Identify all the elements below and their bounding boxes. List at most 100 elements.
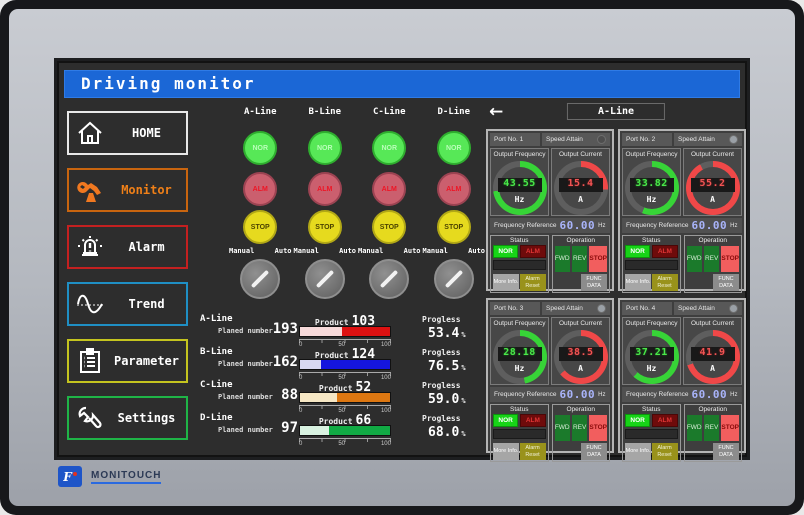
more-info-button[interactable]: More Info. <box>493 274 519 291</box>
progress-bar-scale: 0 50 100 <box>299 405 391 413</box>
manual-auto-knob[interactable] <box>434 259 474 299</box>
sidebar-item-icon <box>73 117 107 149</box>
port-number-label: Port No. 2 <box>622 133 672 146</box>
port-controls: Status NOR ALM More Info. Alarm Reset <box>490 235 610 293</box>
func-data-button[interactable]: FUNC DATA <box>713 443 739 460</box>
production-row: B-Line Planed number 162 Product124 0 50 <box>192 347 486 380</box>
fwd-button[interactable]: FWD <box>555 246 570 272</box>
sidebar-item[interactable]: Alarm <box>67 225 188 269</box>
line-name-label: A-Line <box>228 107 293 119</box>
alm-lamp-button[interactable]: ALM <box>243 172 277 206</box>
planed-number-value: 88 <box>270 387 298 403</box>
stop-button[interactable]: STOP <box>721 246 739 272</box>
frequency-reference-value: 60.00 <box>692 219 728 232</box>
port-controls: Status NOR ALM More Info. Alarm Reset <box>490 404 610 462</box>
progress-bar-scale: 0 50 100 <box>299 339 391 347</box>
output-frequency-gauge: Output Frequency 33.82 Hz <box>622 148 681 216</box>
func-data-button[interactable]: FUNC DATA <box>581 274 607 291</box>
stop-lamp-button[interactable]: STOP <box>243 210 277 244</box>
current-unit: A <box>554 195 608 204</box>
nor-lamp-button[interactable]: NOR <box>308 131 342 165</box>
alarm-reset-button[interactable]: Alarm Reset <box>520 443 546 460</box>
brand-logo: F MONITOUCH <box>58 466 161 487</box>
alarm-reset-button[interactable]: Alarm Reset <box>520 274 546 291</box>
settings-wrench-icon <box>76 404 104 432</box>
alm-lamp-button[interactable]: ALM <box>372 172 406 206</box>
sidebar-item-label: Parameter <box>107 354 186 368</box>
output-frequency-gauge: Output Frequency 37.21 Hz <box>622 317 681 385</box>
nor-lamp-button[interactable]: NOR <box>243 131 277 165</box>
line-column: D-Line NOR ALM STOP Manual Auto <box>422 107 487 299</box>
stop-lamp-button[interactable]: STOP <box>372 210 406 244</box>
stop-button[interactable]: STOP <box>721 415 739 441</box>
sidebar-item[interactable]: HOME <box>67 111 188 155</box>
more-info-button[interactable]: More Info. <box>625 443 651 460</box>
current-unit: A <box>686 195 740 204</box>
operation-box: Operation FWD REV STOP FUNC DATA <box>684 404 743 462</box>
manual-auto-knob[interactable] <box>369 259 409 299</box>
status-box: Status NOR ALM More Info. Alarm Reset <box>622 404 681 462</box>
sidebar-item-label: Trend <box>107 297 186 311</box>
alm-lamp-button[interactable]: ALM <box>437 172 471 206</box>
progress-bar-fill <box>329 426 390 435</box>
func-data-button[interactable]: FUNC DATA <box>713 274 739 291</box>
nor-lamp-button[interactable]: NOR <box>372 131 406 165</box>
progress-bar-fill <box>337 393 390 402</box>
sidebar-item-icon <box>73 174 107 206</box>
progress-bar <box>299 425 391 436</box>
fwd-button[interactable]: FWD <box>687 415 702 441</box>
func-data-button[interactable]: FUNC DATA <box>581 443 607 460</box>
port-controls: Status NOR ALM More Info. Alarm Reset <box>622 404 742 462</box>
nor-lamp-button[interactable]: NOR <box>437 131 471 165</box>
planed-number-label: Planed number <box>218 360 273 368</box>
port-panel: Port No. 1 Speed Attain Output Frequency <box>486 129 614 291</box>
frequency-value: 28.18 <box>498 347 542 361</box>
home-icon <box>76 119 104 147</box>
sidebar-item[interactable]: Trend <box>67 282 188 326</box>
manual-auto-knob[interactable] <box>240 259 280 299</box>
selected-line-label: A-Line <box>567 103 665 120</box>
stop-button[interactable]: STOP <box>589 415 607 441</box>
line-name-label: B-Line <box>293 107 358 119</box>
current-ring-gauge: 38.5 A <box>554 330 608 384</box>
rev-button[interactable]: REV <box>572 415 587 441</box>
stop-lamp-button[interactable]: STOP <box>437 210 471 244</box>
sidebar-item[interactable]: Parameter <box>67 339 188 383</box>
status-alm-indicator: ALM <box>652 245 677 258</box>
current-ring-gauge: 55.2 A <box>686 161 740 215</box>
fwd-button[interactable]: FWD <box>687 246 702 272</box>
previous-line-arrow-icon[interactable]: ← <box>489 101 503 123</box>
planed-number-label: Planed number <box>218 393 273 401</box>
sidebar-menu: HOME Monitor Alarm Trend <box>67 111 188 453</box>
more-info-button[interactable]: More Info. <box>493 443 519 460</box>
planed-number-label: Planed number <box>218 327 273 335</box>
manual-auto-knob[interactable] <box>305 259 345 299</box>
sidebar-item[interactable]: Settings <box>67 396 188 440</box>
alarm-beacon-icon <box>76 233 104 261</box>
production-row: A-Line Planed number 193 Product103 0 50 <box>192 314 486 347</box>
frequency-value: 37.21 <box>630 347 674 361</box>
stop-lamp-button[interactable]: STOP <box>308 210 342 244</box>
frequency-unit: Hz <box>625 364 679 373</box>
alarm-reset-button[interactable]: Alarm Reset <box>652 443 678 460</box>
port-header: Port No. 2 Speed Attain <box>622 133 742 146</box>
stop-button[interactable]: STOP <box>589 246 607 272</box>
line-lamp-grid: A-Line NOR ALM STOP Manual Auto <box>228 107 486 299</box>
rev-button[interactable]: REV <box>572 246 587 272</box>
more-info-button[interactable]: More Info. <box>625 274 651 291</box>
progress-label: Progless <box>422 348 461 357</box>
gauge-row: Output Frequency 33.82 Hz Output Current <box>622 148 742 216</box>
alarm-code-field <box>625 429 678 439</box>
current-value: 55.2 <box>691 178 735 192</box>
alm-lamp-button[interactable]: ALM <box>308 172 342 206</box>
fwd-button[interactable]: FWD <box>555 415 570 441</box>
current-ring-gauge: 41.9 A <box>686 330 740 384</box>
progress-label: Progless <box>422 315 461 324</box>
rev-button[interactable]: REV <box>704 415 719 441</box>
sidebar-item[interactable]: Monitor <box>67 168 188 212</box>
alarm-reset-button[interactable]: Alarm Reset <box>652 274 678 291</box>
parameter-clipboard-icon <box>77 347 103 375</box>
sidebar-item-icon <box>73 402 107 434</box>
rev-button[interactable]: REV <box>704 246 719 272</box>
speed-attain-indicator: Speed Attain <box>542 302 610 315</box>
